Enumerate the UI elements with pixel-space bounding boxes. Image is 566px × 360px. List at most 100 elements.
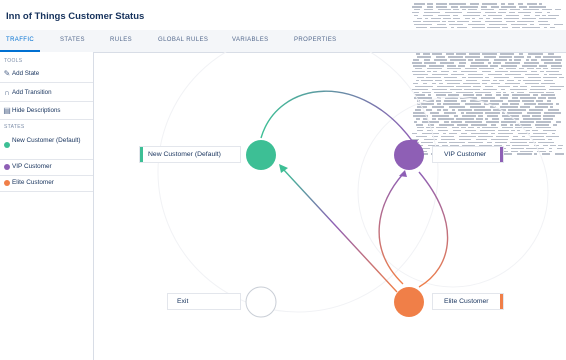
code-text-line [499,8,507,11]
code-text-line [483,14,486,17]
code-text-line [423,14,433,17]
code-text-line [468,23,485,26]
node-exit[interactable] [245,286,277,318]
tool-label: Add State [12,70,40,77]
code-text-line [510,8,520,11]
code-text-line [502,26,508,29]
state-color-dot [4,180,10,186]
tab-properties[interactable]: PROPERTIES [294,37,337,43]
code-text-line [414,14,418,17]
state-label: VIP Customer [12,163,52,170]
code-text-line [512,26,520,29]
edge-elite-to-vip[interactable] [378,173,404,285]
edge-new-to-vip[interactable] [260,90,414,143]
code-text-line [414,8,420,11]
code-text-line [468,8,477,11]
tab-variables[interactable]: VARIABLES [232,37,269,43]
state-diagram-canvas[interactable] [93,52,566,360]
state-color-marker [500,294,503,309]
add-state-button[interactable]: ✎ Add State [0,66,93,83]
code-text-line [506,14,519,17]
code-text-line [472,26,485,29]
code-text-line [451,26,454,29]
code-text-line [508,3,514,5]
code-text-line [509,11,515,14]
background-circle [357,96,549,288]
code-text-line [436,5,447,8]
code-text-line [412,5,422,8]
code-text-line [489,23,507,26]
code-text-line [498,11,506,14]
sidebar-state-new-customer[interactable]: New Customer (Default) [0,133,93,160]
code-text-line [427,3,433,5]
code-text-line [535,11,542,14]
code-text-line [519,5,527,8]
code-text-line [539,3,542,5]
code-text-line [538,20,548,23]
state-label: Elite Customer [12,179,54,186]
code-text-line [491,5,499,8]
code-text-line [431,17,441,20]
node-label-vip-customer[interactable]: VIP Customer [433,147,503,162]
state-color-marker [500,147,503,162]
code-text-line [482,3,497,5]
code-text-line [493,17,502,20]
code-text-line [412,11,419,14]
state-label: New Customer (Default) [12,137,81,144]
node-label-text: Exit [177,298,189,305]
tab-global-rules[interactable]: GLOBAL RULES [158,37,208,43]
node-new-customer[interactable] [246,140,276,170]
node-label-new-customer[interactable]: New Customer (Default) [140,147,240,162]
code-text-line [472,17,475,20]
code-text-line [451,5,458,8]
node-vip-customer[interactable] [394,140,424,170]
sidebar-state-vip-customer[interactable]: VIP Customer [0,160,93,176]
code-text-line [544,26,547,29]
app-header: Inn of Things Customer Status [0,0,410,30]
tab-rules[interactable]: RULES [110,37,132,43]
code-text-line [527,3,537,5]
add-transition-button[interactable]: ∩ Add Transition [0,85,93,102]
code-text-line [555,8,561,11]
code-text-line [481,5,487,8]
code-text-line [438,14,450,17]
code-text-line [547,11,550,14]
sidebar: TOOLS ✎ Add State ∩ Add Transition ▤ Hid… [0,52,94,360]
code-text-line [413,20,421,23]
code-text-line [486,17,490,20]
tab-bar: TRAFFIC STATES RULES GLOBAL RULES VARIAB… [0,30,566,53]
arrowhead [399,170,407,177]
code-text-line [554,23,563,26]
hide-descriptions-icon: ▤ [3,106,11,115]
tab-states[interactable]: STATES [60,37,85,43]
add-transition-icon: ∩ [4,88,10,97]
hide-descriptions-button[interactable]: ▤ Hide Descriptions [0,103,93,120]
code-text-line [539,17,556,20]
tool-label: Add Transition [12,89,52,96]
code-text-line [487,26,500,29]
code-text-line [539,23,550,26]
sidebar-state-elite-customer[interactable]: Elite Customer [0,176,93,192]
code-text-line [506,20,515,23]
code-text-line [517,20,534,23]
code-text-line [430,26,447,29]
add-state-icon: ✎ [3,69,11,78]
code-text-line [449,3,466,5]
node-elite-customer[interactable] [394,287,424,317]
code-text-line [511,23,527,26]
code-text-line [523,8,539,11]
tab-traffic[interactable]: TRAFFIC [6,37,34,43]
code-text-line [470,3,479,5]
code-text-line [453,8,459,11]
code-text-line [453,17,460,20]
code-text-line [442,20,446,23]
edge-vip-to-elite[interactable] [418,171,449,288]
edge-elite-to-new[interactable] [282,168,398,293]
code-text-line [423,20,440,23]
node-label-elite-customer[interactable]: Elite Customer [433,294,503,309]
node-label-exit[interactable]: Exit [168,294,240,309]
node-label-text: VIP Customer [444,151,487,158]
code-text-line [530,23,534,26]
page-title: Inn of Things Customer Status [6,11,145,22]
state-color-marker [140,147,143,162]
